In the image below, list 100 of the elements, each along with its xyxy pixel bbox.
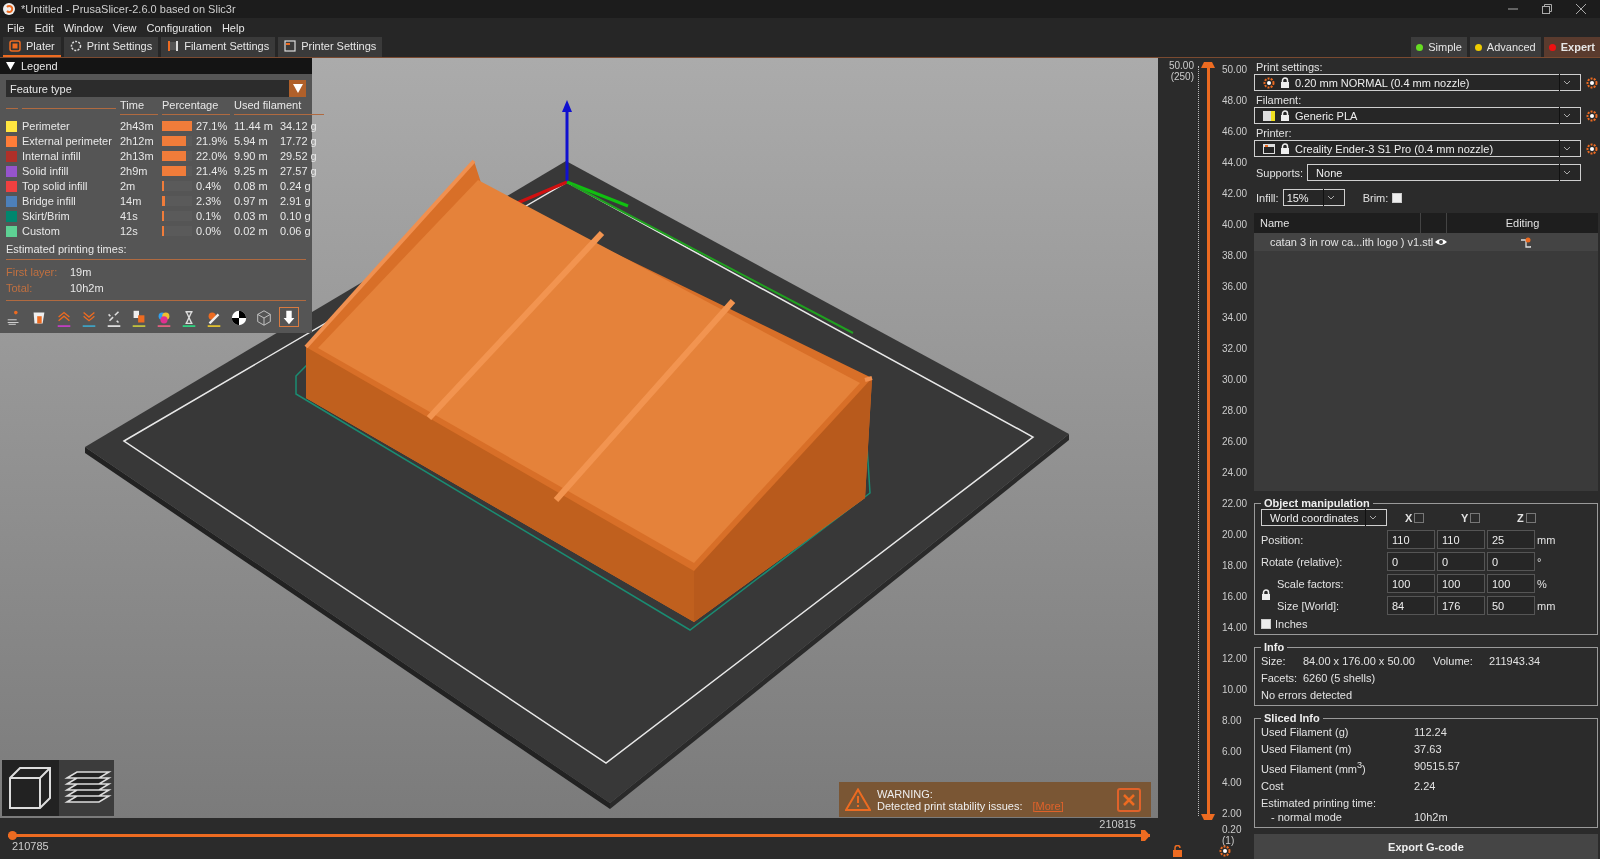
menu-item[interactable]: View <box>107 21 142 34</box>
input-field[interactable]: 110 <box>1387 530 1435 550</box>
feature-length: 9.90 m <box>234 150 269 162</box>
height-tick-label: 26.00 <box>1222 436 1248 448</box>
warning-message: Detected print stability issues: <box>877 799 1023 812</box>
input-field[interactable]: 176 <box>1437 596 1485 616</box>
field-label: Printer: <box>1255 127 1293 140</box>
move-end-value: 210815 <box>1099 818 1136 831</box>
coordinates-dropdown[interactable]: World coordinates <box>1261 509 1387 527</box>
settings-icon[interactable] <box>1586 76 1598 89</box>
height-tick-label: 34.00 <box>1222 312 1248 324</box>
feature-time: 2m <box>120 180 137 192</box>
input-field[interactable]: 25 <box>1487 530 1535 550</box>
printer-icon <box>1263 142 1275 155</box>
input-field[interactable]: 110 <box>1437 530 1485 550</box>
time-value: 10h2m <box>70 282 105 294</box>
view-type-dropdown[interactable]: Feature type <box>6 80 306 97</box>
field-value: 90515.57 <box>1414 760 1461 775</box>
feature-percentage: 21.4% <box>196 165 229 177</box>
infill-dropdown[interactable]: 15% <box>1282 189 1345 206</box>
checkbox[interactable] <box>1261 619 1271 630</box>
checkbox[interactable] <box>1392 192 1403 203</box>
preset-dropdown[interactable]: Creality Ender-3 S1 Pro (0.4 mm nozzle) <box>1254 140 1581 157</box>
input-field[interactable]: 50 <box>1487 596 1535 616</box>
axis-toggle[interactable] <box>1470 512 1481 523</box>
unlock-icon[interactable] <box>1172 845 1183 857</box>
slider-thumb[interactable] <box>8 831 17 840</box>
height-tick-label: 38.00 <box>1222 250 1248 262</box>
caret-icon <box>1563 169 1571 176</box>
tab[interactable]: Filament Settings <box>161 37 276 57</box>
height-tick-label: 42.00 <box>1222 188 1248 200</box>
panel-title: Sliced Info <box>1263 712 1321 725</box>
eye-icon[interactable] <box>1434 238 1447 246</box>
axis-toggle[interactable] <box>1414 512 1425 523</box>
unit-label: mm <box>1537 599 1557 612</box>
axis-toggle[interactable] <box>1525 512 1536 523</box>
bottom-layer-number: (1) <box>1222 835 1236 846</box>
menu-item[interactable]: Configuration <box>141 21 217 34</box>
input-field[interactable]: 100 <box>1437 574 1485 594</box>
input-field[interactable]: 0 <box>1487 552 1535 572</box>
feature-name: Bridge infill <box>22 195 77 207</box>
menu-item[interactable]: Edit <box>29 21 59 34</box>
feature-percentage: 21.9% <box>196 135 229 147</box>
restore-icon[interactable] <box>1542 4 1552 14</box>
top-height-value: 50.00 <box>1168 60 1194 71</box>
object-row[interactable]: catan 3 in row ca...ith logo ) v1.stl <box>1254 233 1598 251</box>
preset-dropdown[interactable]: 0.20 mm NORMAL (0.4 mm nozzle) <box>1254 74 1581 91</box>
height-tick-label: 10.00 <box>1222 684 1248 696</box>
input-field[interactable]: 100 <box>1487 574 1535 594</box>
menu-item[interactable]: Help <box>216 21 250 34</box>
feature-name: Solid infill <box>22 165 70 177</box>
feature-weight: 34.12 g <box>280 120 318 132</box>
feature-percentage: 0.1% <box>196 210 223 222</box>
feature-time: 2h9m <box>120 165 149 177</box>
input-field[interactable]: 84 <box>1387 596 1435 616</box>
input-field[interactable]: 0 <box>1387 552 1435 572</box>
supports-dropdown[interactable]: None <box>1307 164 1581 181</box>
unit-label: mm <box>1537 533 1557 546</box>
view-option-button[interactable] <box>279 307 299 327</box>
tab[interactable]: Printer Settings <box>278 37 383 57</box>
menu-item[interactable]: Window <box>58 21 108 34</box>
close-icon[interactable] <box>1576 4 1586 14</box>
mode-button[interactable]: Expert <box>1543 37 1600 57</box>
height-tick-label: 22.00 <box>1222 498 1248 510</box>
height-tick-label: 2.00 <box>1222 808 1243 820</box>
lock-icon <box>1280 142 1290 155</box>
settings-icon[interactable] <box>1586 109 1598 122</box>
input-field[interactable]: 100 <box>1387 574 1435 594</box>
window-title: *Untitled - PrusaSlicer-2.6.0 based on Slic3r <box>21 3 236 15</box>
field-label: Brim: <box>1362 191 1389 204</box>
view-mode-button[interactable] <box>59 760 114 816</box>
estimated-times-title: Estimated printing times: <box>6 237 306 260</box>
tab[interactable]: Print Settings <box>63 37 159 57</box>
height-tick-label: 18.00 <box>1222 560 1248 572</box>
mode-button[interactable]: Advanced <box>1469 37 1541 57</box>
lock-icon <box>1280 109 1290 122</box>
edit-icon[interactable] <box>1520 236 1531 248</box>
preset-dropdown[interactable]: Generic PLA <box>1254 107 1581 124</box>
settings-icon[interactable] <box>1586 142 1598 155</box>
slider-thumb[interactable] <box>1201 60 1215 68</box>
feature-weight: 29.52 g <box>280 150 318 162</box>
feature-weight: 17.72 g <box>280 135 318 147</box>
feature-length: 0.97 m <box>234 195 269 207</box>
feature-percentage: 22.0% <box>196 150 229 162</box>
tab[interactable]: Plater <box>3 37 61 57</box>
time-label: First layer: <box>6 266 59 278</box>
slider-thumb[interactable] <box>1141 830 1150 841</box>
slider-thumb[interactable] <box>1201 814 1215 822</box>
lock-icon[interactable] <box>1261 588 1271 601</box>
feature-length: 0.08 m <box>234 180 269 192</box>
warning-title: WARNING: <box>877 787 934 800</box>
expand-triangle-icon[interactable] <box>6 62 15 70</box>
input-field[interactable]: 0 <box>1437 552 1485 572</box>
mode-button[interactable]: Simple <box>1411 37 1467 57</box>
unit-label: % <box>1537 577 1548 590</box>
field-value: 37.63 <box>1414 743 1443 756</box>
center-of-gravity-icon <box>230 308 248 328</box>
settings-icon[interactable] <box>1219 845 1231 857</box>
export-gcode-button[interactable]: Export G-code <box>1254 834 1598 859</box>
menu-item[interactable]: File <box>2 21 30 34</box>
